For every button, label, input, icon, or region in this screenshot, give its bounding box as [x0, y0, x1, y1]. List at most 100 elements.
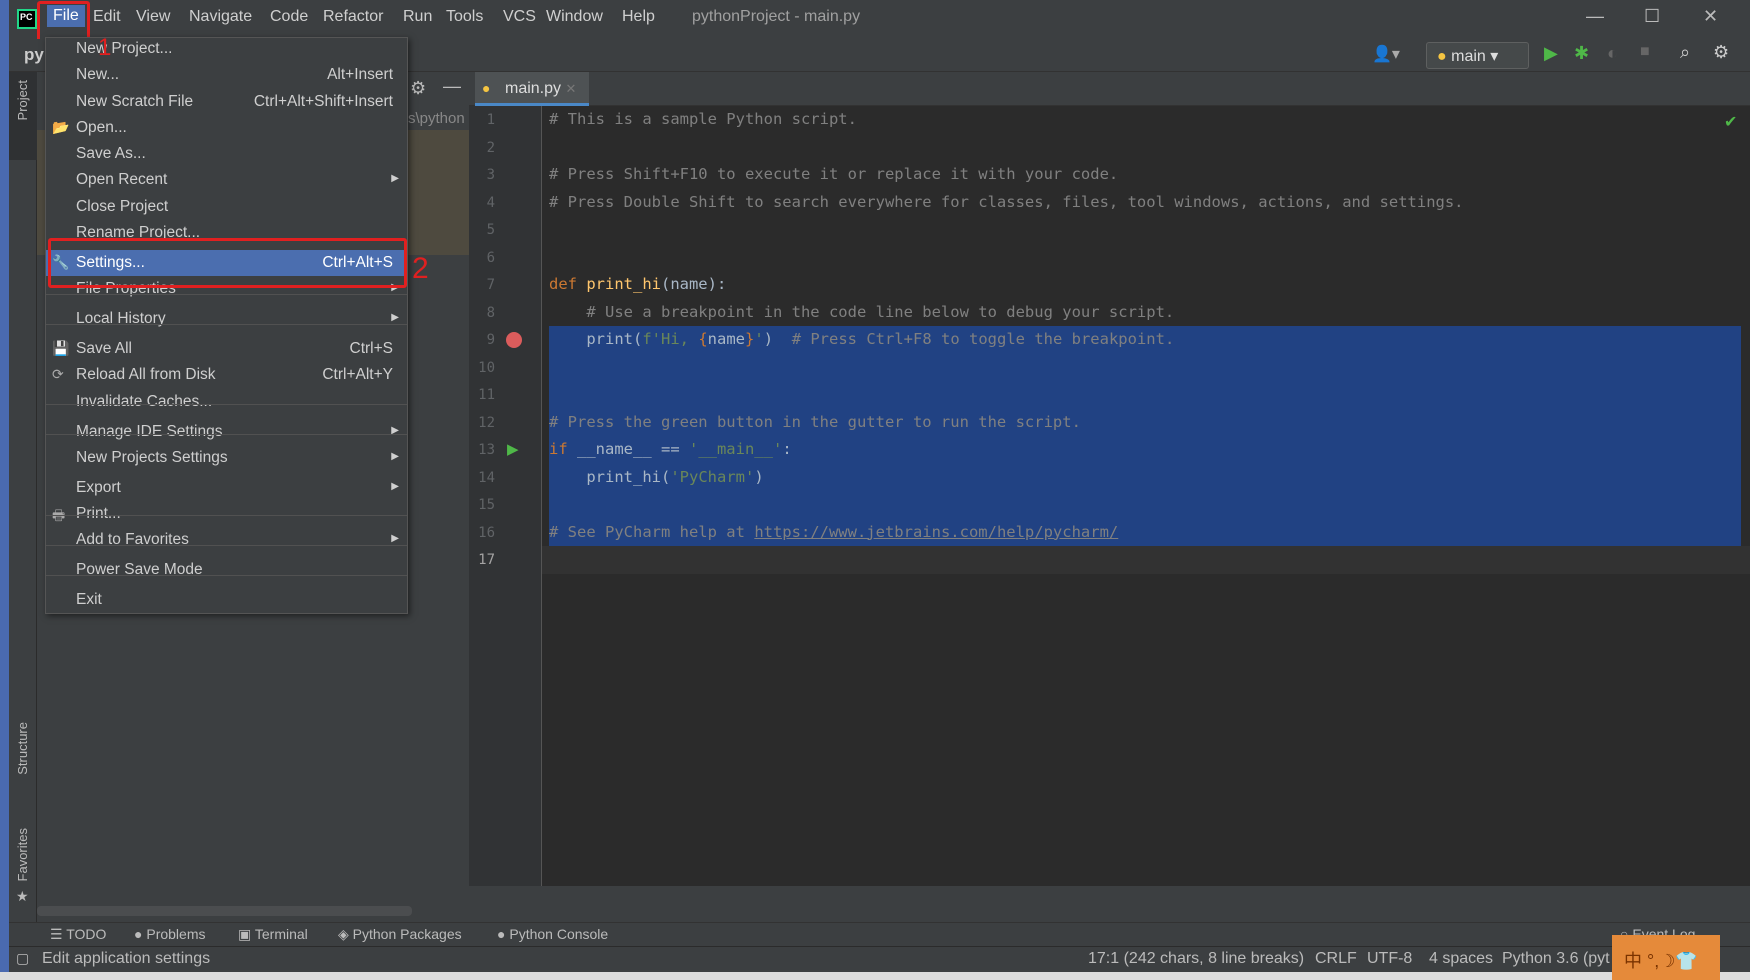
save-icon: 💾	[52, 340, 70, 356]
project-path: s\python	[408, 110, 465, 127]
search-icon[interactable]: ⌕	[1680, 42, 1690, 63]
menu-code[interactable]: Code	[270, 8, 308, 26]
code-token: print(	[549, 330, 643, 348]
annotation-2: 2	[412, 252, 429, 285]
code-token: # Press Ctrl+F8 to toggle the breakpoint…	[791, 330, 1175, 348]
code-token: (name):	[660, 275, 727, 293]
tool-terminal[interactable]: ▣ Terminal	[238, 926, 308, 943]
tab-main-py[interactable]: main.py ✕	[475, 72, 589, 106]
maximize-button[interactable]: ☐	[1644, 6, 1660, 27]
code-line: print_hi('PyCharm')	[549, 467, 763, 486]
menu-vcs[interactable]: VCS	[503, 8, 536, 26]
menu-item-shortcut: Alt+Insert	[327, 66, 393, 83]
menu-item-shortcut: Ctrl+Alt+Shift+Insert	[253, 93, 393, 110]
panel-hide-icon[interactable]: —	[443, 76, 461, 97]
gear-icon[interactable]: ⚙	[1713, 42, 1729, 63]
menu-view[interactable]: View	[136, 8, 170, 26]
code-token: '__main__'	[688, 440, 783, 458]
code-token: # This is a sample Python script.	[549, 110, 857, 128]
menu-item-exit[interactable]: Exit	[46, 587, 407, 613]
menu-item-new[interactable]: New... Alt+Insert	[46, 62, 407, 88]
code-token: # See PyCharm help at	[549, 522, 755, 541]
indent-setting[interactable]: 4 spaces	[1429, 950, 1493, 968]
line-separator[interactable]: CRLF	[1315, 950, 1357, 968]
code-token: # Press Double Shift to search everywher…	[549, 192, 1464, 211]
help-link[interactable]: https://www.jetbrains.com/help/pycharm/	[754, 523, 1118, 541]
menu-help[interactable]: Help	[622, 8, 655, 26]
project-tool-label[interactable]: Project	[15, 80, 30, 120]
panel-gear-icon[interactable]: ⚙	[410, 78, 426, 99]
menu-separator	[46, 434, 407, 435]
run-icon[interactable]: ▶	[1544, 43, 1558, 64]
menu-edit[interactable]: Edit	[93, 8, 121, 26]
menu-item-invalidate-caches[interactable]: Invalidate Caches...	[46, 389, 407, 415]
line-number: 16	[478, 524, 495, 541]
menu-item-reload-all-from-disk[interactable]: ⟳ Reload All from Disk Ctrl+Alt+Y	[46, 362, 407, 388]
menu-item-open[interactable]: 📂 Open...	[46, 115, 407, 141]
caret-position[interactable]: 17:1 (242 chars, 8 line breaks)	[1088, 950, 1304, 968]
close-button[interactable]: ✕	[1703, 6, 1718, 27]
tool-problems[interactable]: ● Problems	[134, 926, 206, 942]
menu-tools[interactable]: Tools	[446, 8, 483, 26]
menu-item-new-scratch-file[interactable]: New Scratch File Ctrl+Alt+Shift+Insert	[46, 89, 407, 115]
menu-window[interactable]: Window	[546, 8, 603, 26]
menu-item-close-project[interactable]: Close Project	[46, 194, 407, 220]
menu-item-add-to-favorites[interactable]: Add to Favorites ▶	[46, 527, 407, 553]
code-token: # Use a breakpoint in the code line belo…	[549, 302, 1175, 321]
code-line: # Press Double Shift to search everywher…	[549, 193, 1464, 211]
menu-item-shortcut: Ctrl+S	[349, 340, 394, 357]
run-config-select[interactable]: ● main ▾	[1426, 42, 1529, 69]
code-line: # This is a sample Python script.	[549, 110, 857, 128]
editor-tabs	[469, 72, 1750, 106]
window-title: pythonProject - main.py	[692, 8, 861, 25]
code-token: if	[549, 440, 577, 458]
menu-item-export[interactable]: Export ▶	[46, 475, 407, 501]
minimize-button[interactable]: —	[1586, 6, 1604, 27]
code-token: name	[707, 330, 745, 348]
menu-run[interactable]: Run	[403, 8, 432, 26]
breakpoint-icon[interactable]	[506, 332, 522, 348]
ime-toolbar[interactable]: 中 °,☽👕	[1612, 935, 1720, 980]
tool-todo[interactable]: ☰ TODO	[50, 926, 106, 943]
menu-item-label: New...	[76, 66, 120, 83]
menu-item-label: Close Project	[76, 198, 169, 215]
structure-tool-label[interactable]: Structure	[15, 722, 30, 775]
horizontal-scrollbar[interactable]	[37, 906, 412, 916]
status-toggle-icon[interactable]: ▢	[16, 950, 29, 967]
menu-item-label: Save All	[76, 340, 133, 357]
menu-item-new-projects-settings[interactable]: New Projects Settings ▶	[46, 445, 407, 471]
menu-item-shortcut: Ctrl+Alt+Y	[322, 366, 393, 383]
gutter-run-icon[interactable]: ▶	[507, 440, 519, 458]
user-icon[interactable]: 👤▾	[1372, 44, 1400, 64]
menu-refactor[interactable]: Refactor	[323, 8, 383, 26]
menu-item-manage-ide-settings[interactable]: Manage IDE Settings ▶	[46, 419, 407, 445]
code-token: __name__ ==	[577, 440, 689, 458]
code-token: }	[745, 330, 755, 348]
tool-python-console[interactable]: ● Python Console	[497, 926, 608, 942]
menu-separator	[46, 294, 407, 295]
line-number: 8	[486, 304, 495, 321]
menu-separator	[46, 545, 407, 546]
menu-separator	[46, 515, 407, 516]
tab-close-icon[interactable]: ✕	[565, 81, 576, 96]
menu-item-local-history[interactable]: Local History ▶	[46, 306, 407, 332]
menu-item-power-save-mode[interactable]: Power Save Mode	[46, 557, 407, 583]
favorites-tool-label[interactable]: Favorites	[15, 828, 30, 881]
menu-navigate[interactable]: Navigate	[189, 8, 252, 26]
menu-item-open-recent[interactable]: Open Recent ▶	[46, 167, 407, 193]
code-token: # Press Shift+F10 to execute it or repla…	[549, 165, 1119, 183]
debug-icon[interactable]: ✱	[1574, 43, 1589, 64]
annotation-box-settings	[48, 238, 407, 288]
menu-item-save-all[interactable]: 💾 Save All Ctrl+S	[46, 336, 407, 362]
stop-icon[interactable]: ■	[1640, 43, 1650, 61]
file-encoding[interactable]: UTF-8	[1367, 950, 1412, 968]
python-interpreter[interactable]: Python 3.6 (pyt	[1502, 950, 1610, 968]
menu-item-label: New Scratch File	[76, 93, 194, 110]
python-icon: ●	[1437, 48, 1447, 65]
coverage-icon[interactable]: ◐	[1607, 43, 1618, 64]
submenu-arrow-icon: ▶	[391, 451, 399, 462]
code-token: 'PyCharm'	[670, 467, 755, 486]
menu-item-print[interactable]: 🖶 Print...	[46, 501, 407, 527]
tool-python-packages[interactable]: ◈ Python Packages	[338, 926, 462, 943]
menu-item-save-as[interactable]: Save As...	[46, 141, 407, 167]
